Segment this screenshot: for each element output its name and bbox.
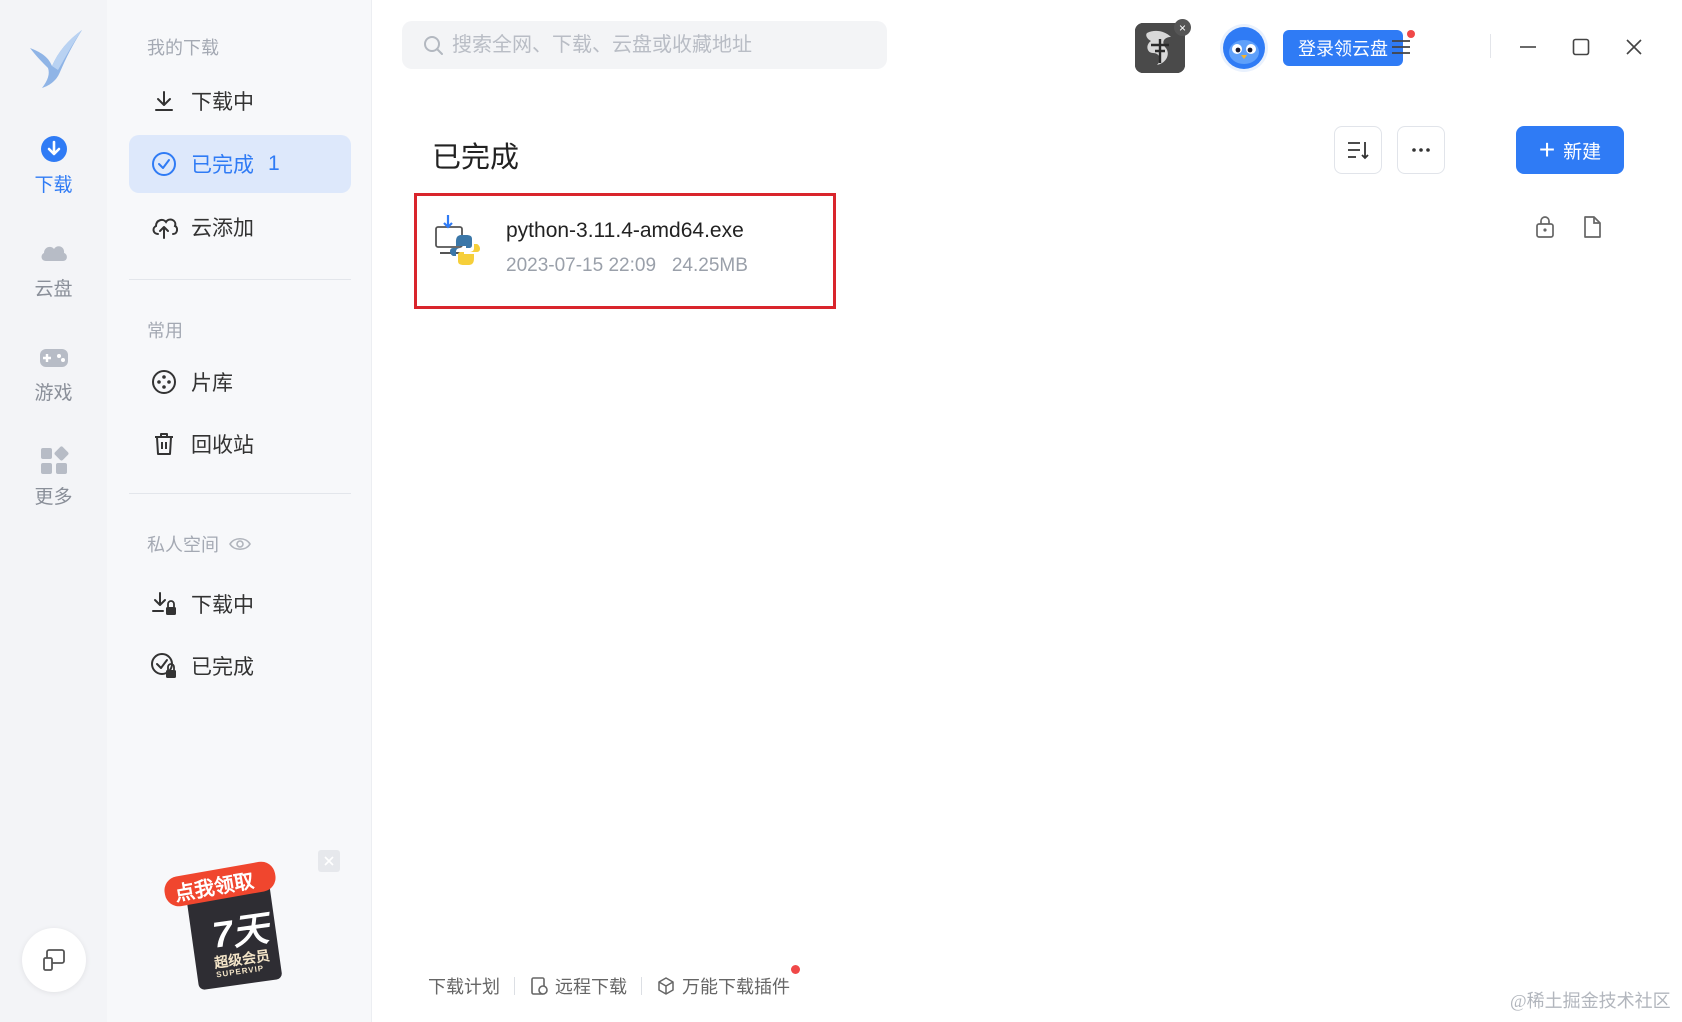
sidebar-item-library[interactable]: 片库 <box>129 353 351 411</box>
close-window-button[interactable] <box>1617 30 1651 64</box>
user-avatar[interactable] <box>1220 24 1268 72</box>
film-reel-icon <box>150 368 178 396</box>
file-name: python-3.11.4-amd64.exe <box>506 219 744 242</box>
gamepad-icon <box>39 349 68 367</box>
cloud-upload-icon <box>150 213 178 241</box>
sidebar-item-downloading[interactable]: 下载中 <box>129 72 351 130</box>
check-lock-icon <box>150 652 178 680</box>
watermark: @稀土掘金技术社区 <box>1510 991 1671 1011</box>
bottom-bar: 下载计划 远程下载 万能下载插件 <box>428 965 800 1000</box>
trash-icon <box>150 430 178 458</box>
rail-label: 云盘 <box>34 279 73 300</box>
sidebar-item-label: 片库 <box>191 372 233 395</box>
new-task-label: 新建 <box>1563 141 1602 163</box>
download-icon <box>150 87 178 115</box>
download-plugin-label: 万能下载插件 <box>682 977 790 997</box>
download-circle-icon <box>40 136 67 162</box>
rail-item-more[interactable]: 更多 <box>0 444 107 524</box>
check-circle-icon <box>150 150 178 178</box>
page-title: 已完成 <box>432 142 520 174</box>
private-space-heading: 私人空间 <box>147 531 251 557</box>
supervip-promo[interactable]: 点我领取 7天 超级会员 SUPERVIP <box>162 855 292 990</box>
lock-icon <box>1536 216 1554 238</box>
sidebar-item-completed[interactable]: 已完成 1 <box>129 135 351 193</box>
titlebar-divider <box>1490 34 1491 58</box>
remote-download-link[interactable]: 远程下载 <box>529 973 627 999</box>
rail-item-download[interactable]: 下载 <box>0 132 107 212</box>
bottom-divider <box>514 977 515 995</box>
sidebar-item-cloud-add[interactable]: 云添加 <box>129 198 351 256</box>
minimize-button[interactable] <box>1511 30 1545 64</box>
remote-download-label: 远程下载 <box>555 977 627 997</box>
private-space-label: 私人空间 <box>147 535 219 555</box>
multi-device-icon <box>43 949 65 971</box>
search-input[interactable] <box>452 33 872 57</box>
new-task-button[interactable]: + 新建 <box>1516 126 1624 174</box>
file-row[interactable]: python-3.11.4-amd64.exe 2023-07-15 22:09… <box>414 193 1644 309</box>
sidebar-divider <box>129 279 351 280</box>
download-plan-link[interactable]: 下载计划 <box>428 973 500 999</box>
eye-icon[interactable] <box>229 536 251 552</box>
sidebar-item-label: 下载中 <box>191 594 254 617</box>
more-options-button[interactable] <box>1397 126 1445 174</box>
app-logo-icon <box>30 30 82 88</box>
rail-label: 游戏 <box>34 383 73 404</box>
sidebar-item-recycle[interactable]: 回收站 <box>129 415 351 473</box>
python-installer-icon <box>435 215 480 265</box>
sort-button[interactable] <box>1334 126 1382 174</box>
rail-label: 下载 <box>34 175 73 196</box>
lock-file-button[interactable] <box>1531 213 1559 241</box>
sidebar-item-label: 回收站 <box>191 434 254 457</box>
game-avatar[interactable]: × <box>1135 19 1191 73</box>
download-plugin-link[interactable]: 万能下载插件 <box>656 965 800 999</box>
search-icon <box>424 36 443 55</box>
close-icon <box>324 856 334 866</box>
rail-item-cloud[interactable]: 云盘 <box>0 236 107 316</box>
sidebar-divider <box>129 493 351 494</box>
close-icon <box>1626 39 1642 55</box>
sort-icon <box>1348 142 1369 160</box>
promo-close-button[interactable] <box>318 850 340 872</box>
close-icon[interactable]: × <box>1174 19 1191 36</box>
search-bar[interactable] <box>402 21 887 69</box>
open-file-button[interactable] <box>1578 213 1606 241</box>
device-switch-button[interactable] <box>22 928 86 992</box>
rail-label: 更多 <box>34 487 73 508</box>
download-plan-label: 下载计划 <box>428 977 500 997</box>
file-date: 2023-07-15 22:09 <box>506 255 657 276</box>
apps-grid-icon <box>40 446 68 474</box>
sidebar-item-label: 下载中 <box>191 91 254 114</box>
sidebar-item-label: 已完成 <box>191 656 254 679</box>
rail-item-games[interactable]: 游戏 <box>0 340 107 420</box>
notification-dot <box>1407 30 1415 38</box>
sidebar-item-label: 已完成 <box>191 154 254 177</box>
sidebar-item-label: 云添加 <box>191 217 254 240</box>
completed-count-badge: 1 <box>268 152 280 175</box>
file-meta: 2023-07-15 22:09 24.25MB <box>506 255 748 277</box>
minimize-icon <box>1520 46 1536 48</box>
sidebar-item-private-downloading[interactable]: 下载中 <box>129 575 351 633</box>
cloud-icon <box>41 246 67 261</box>
bird-avatar-icon <box>1223 27 1265 69</box>
sidebar-item-private-completed[interactable]: 已完成 <box>129 637 351 695</box>
remote-download-icon <box>531 977 548 995</box>
bottom-divider <box>641 977 642 995</box>
cube-icon <box>658 977 674 995</box>
left-rail: 下载 云盘 游戏 更多 <box>0 0 107 1022</box>
common-heading: 常用 <box>147 321 183 341</box>
maximize-button[interactable] <box>1564 30 1598 64</box>
hamburger-menu-icon <box>1392 40 1410 54</box>
my-downloads-heading: 我的下载 <box>147 38 219 58</box>
menu-button[interactable] <box>1384 30 1418 64</box>
file-icon <box>1584 216 1601 238</box>
download-lock-icon <box>150 590 178 618</box>
maximize-icon <box>1572 38 1590 56</box>
notification-dot <box>791 965 800 974</box>
ellipsis-icon <box>1412 148 1430 152</box>
file-size: 24.25MB <box>671 255 748 276</box>
plus-icon: + <box>1538 134 1556 165</box>
